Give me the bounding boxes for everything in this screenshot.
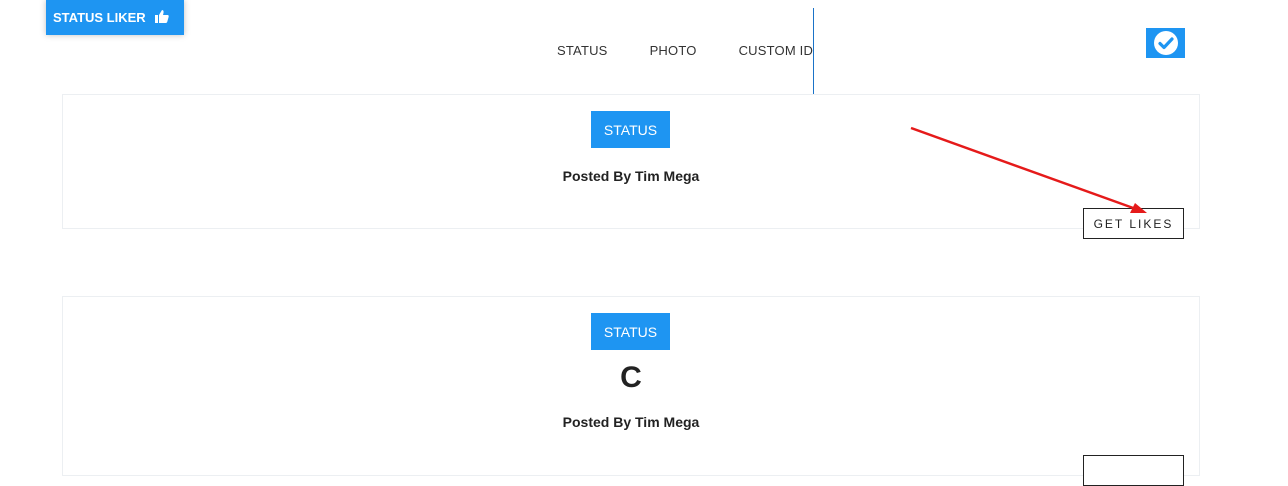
annotation-arrow bbox=[910, 126, 1147, 213]
